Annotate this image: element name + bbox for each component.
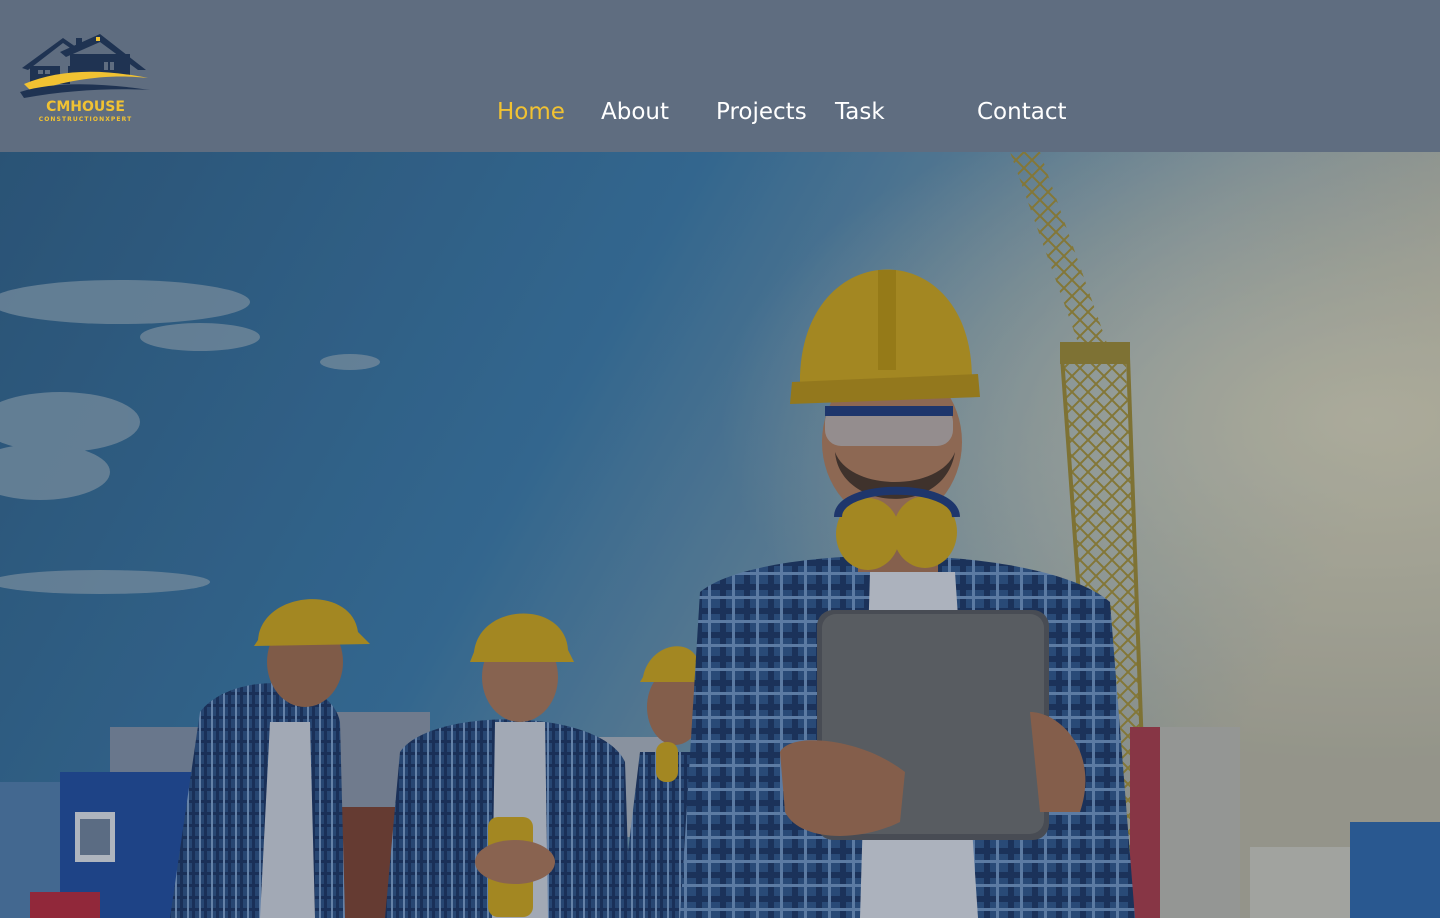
nav-contact[interactable]: Contact [977, 98, 1066, 126]
brand-name: CMHOUSE [46, 99, 125, 115]
hero-section [0, 152, 1440, 918]
site-header: CMHOUSE CONSTRUCTIONXPERT Home About Pro… [0, 0, 1440, 152]
nav-projects[interactable]: Projects [716, 98, 807, 126]
nav-about[interactable]: About [601, 98, 669, 126]
house-logo-icon [20, 34, 150, 98]
brand-tagline: CONSTRUCTIONXPERT [38, 116, 133, 123]
hero-image [0, 152, 1440, 918]
nav-task[interactable]: Task [835, 98, 885, 126]
nav-home[interactable]: Home [497, 98, 565, 126]
brand-logo[interactable]: CMHOUSE CONSTRUCTIONXPERT [18, 30, 153, 130]
